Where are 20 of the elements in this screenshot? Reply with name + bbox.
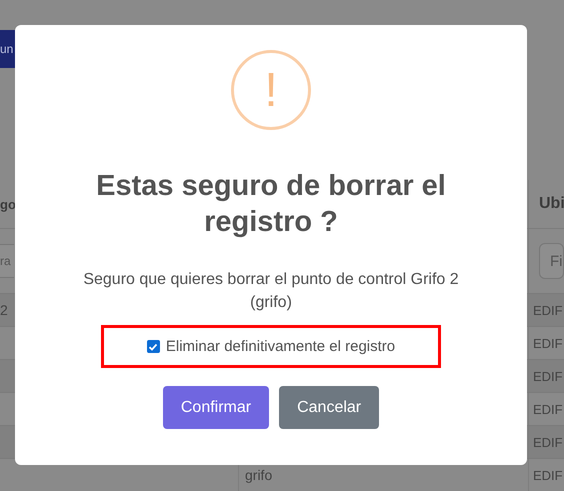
table-cell: EDIF xyxy=(533,302,563,318)
cancel-button[interactable]: Cancelar xyxy=(279,386,380,429)
table-cell: EDIF xyxy=(533,434,563,450)
warning-icon: ! xyxy=(231,50,311,130)
add-button[interactable]: un xyxy=(0,30,15,68)
filter-field[interactable]: Fi xyxy=(539,243,564,279)
table-cell: 2 xyxy=(0,302,8,318)
dialog-title: Estas seguro de borrar el registro ? xyxy=(95,169,447,240)
checkbox-label: Eliminar definitivamente el registro xyxy=(166,338,396,355)
filter-field[interactable]: ra xyxy=(0,244,14,278)
column-header: Ubi xyxy=(539,195,564,213)
table-cell: EDIF xyxy=(533,368,563,384)
dialog-message: Seguro que quieres borrar el punto de control Grifo 2 (grifo) xyxy=(82,270,460,313)
table-cell: EDIF xyxy=(533,402,563,416)
confirm-button[interactable]: Confirmar xyxy=(162,386,270,429)
table-cell: EDIF xyxy=(533,468,563,482)
checkbox[interactable] xyxy=(146,340,160,353)
table-cell: grifo xyxy=(245,467,272,483)
column-header: go xyxy=(0,196,16,212)
table-cell: EDIF xyxy=(533,336,563,350)
